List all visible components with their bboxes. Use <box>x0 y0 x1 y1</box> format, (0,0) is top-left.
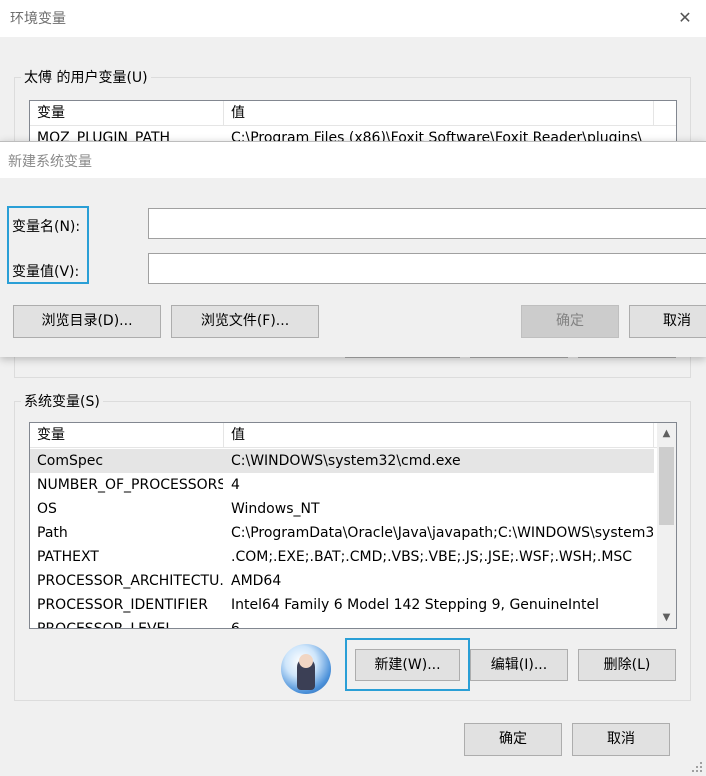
variable-name-input[interactable] <box>148 208 706 239</box>
row-value: .COM;.EXE;.BAT;.CMD;.VBS;.VBE;.JS;.JSE;.… <box>231 549 633 565</box>
table-row[interactable]: PATHEXT .COM;.EXE;.BAT;.CMD;.VBS;.VBE;.J… <box>30 545 654 569</box>
row-value: AMD64 <box>231 573 282 589</box>
cancel-button[interactable]: 取消 <box>572 723 670 756</box>
row-name: NUMBER_OF_PROCESSORS <box>37 477 223 493</box>
table-row[interactable]: ComSpec C:\WINDOWS\system32\cmd.exe <box>30 449 654 473</box>
dialog-titlebar <box>0 142 706 178</box>
table-row[interactable]: Path C:\ProgramData\Oracle\Java\javapath… <box>30 521 654 545</box>
resize-grip-icon[interactable] <box>690 760 704 774</box>
column-header-name[interactable]: 变量 <box>30 423 224 447</box>
row-value: 6 <box>231 621 240 629</box>
vertical-scrollbar[interactable]: ▲ ▼ <box>657 423 676 628</box>
avatar-head <box>299 654 313 668</box>
column-header-value[interactable]: 值 <box>224 101 654 125</box>
system-vars-header: 变量 值 <box>30 423 676 448</box>
row-value: C:\ProgramData\Oracle\Java\javapath;C:\W… <box>231 525 653 541</box>
variable-value-input[interactable] <box>148 253 706 284</box>
scroll-up-icon[interactable]: ▲ <box>657 424 676 444</box>
scroll-down-icon[interactable]: ▼ <box>657 608 676 628</box>
dialog-cancel-button[interactable]: 取消 <box>629 305 706 338</box>
row-value: 4 <box>231 477 240 493</box>
window-title: 环境变量 <box>10 11 66 27</box>
system-vars-label: 系统变量(S) <box>21 391 103 411</box>
close-icon[interactable]: ✕ <box>675 8 695 28</box>
row-name: Path <box>37 525 68 541</box>
row-name: OS <box>37 501 57 517</box>
scrollbar-thumb[interactable] <box>659 447 674 525</box>
main-titlebar <box>0 0 706 37</box>
system-vars-list[interactable]: 变量 值 ComSpec C:\WINDOWS\system32\cmd.exe… <box>29 422 677 629</box>
delete-button[interactable]: 删除(L) <box>578 649 676 681</box>
new-button-highlight <box>345 638 470 691</box>
avatar <box>281 644 331 694</box>
row-name: PROCESSOR_LEVEL <box>37 621 174 629</box>
dialog-ok-button[interactable]: 确定 <box>521 305 619 338</box>
table-row[interactable]: PROCESSOR_ARCHITECTU... AMD64 <box>30 569 654 593</box>
row-name: PROCESSOR_ARCHITECTU... <box>37 573 223 589</box>
row-name: ComSpec <box>37 453 104 469</box>
new-system-variable-dialog: 新建系统变量 变量名(N): 变量值(V): 浏览目录(D)... 浏览文件(F… <box>0 141 706 357</box>
edit-button[interactable]: 编辑(I)... <box>470 649 568 681</box>
row-name: PATHEXT <box>37 549 99 565</box>
browse-directory-button[interactable]: 浏览目录(D)... <box>13 305 161 338</box>
dialog-title: 新建系统变量 <box>8 154 92 170</box>
column-header-name[interactable]: 变量 <box>30 101 224 125</box>
table-row[interactable]: PROCESSOR_LEVEL 6 <box>30 617 654 629</box>
row-value: Intel64 Family 6 Model 142 Stepping 9, G… <box>231 597 600 613</box>
ok-button[interactable]: 确定 <box>464 723 562 756</box>
column-header-value[interactable]: 值 <box>224 423 654 447</box>
browse-file-button[interactable]: 浏览文件(F)... <box>171 305 319 338</box>
user-vars-header: 变量 值 <box>30 101 676 126</box>
row-name: PROCESSOR_IDENTIFIER <box>37 597 208 613</box>
row-value: C:\WINDOWS\system32\cmd.exe <box>231 453 461 469</box>
table-row[interactable]: PROCESSOR_IDENTIFIER Intel64 Family 6 Mo… <box>30 593 654 617</box>
table-row[interactable]: OS Windows_NT <box>30 497 654 521</box>
labels-highlight <box>7 206 89 284</box>
table-row[interactable]: NUMBER_OF_PROCESSORS 4 <box>30 473 654 497</box>
row-value: Windows_NT <box>231 501 320 517</box>
user-vars-label: 太傅 的用户变量(U) <box>21 67 151 87</box>
